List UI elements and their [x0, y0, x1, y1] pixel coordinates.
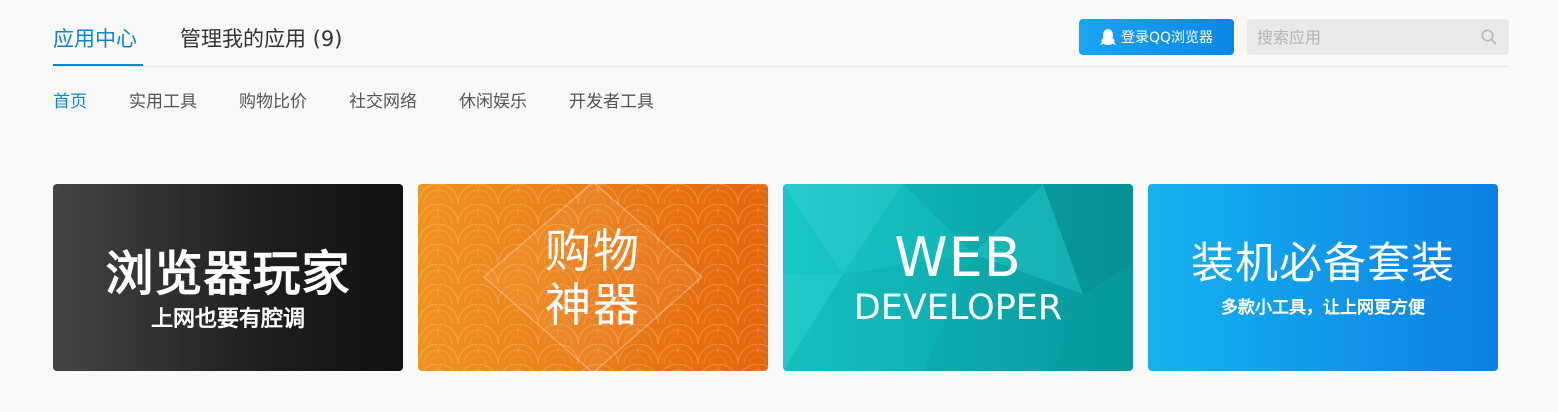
search-box	[1247, 19, 1509, 55]
search-icon[interactable]	[1481, 29, 1497, 45]
category-shopping-compare[interactable]: 购物比价	[239, 90, 307, 114]
tab-app-center[interactable]: 应用中心	[53, 26, 137, 52]
category-developer-tools[interactable]: 开发者工具	[569, 90, 654, 114]
category-utilities[interactable]: 实用工具	[129, 90, 197, 114]
banner-web-developer[interactable]: WEB DEVELOPER	[783, 184, 1133, 371]
banner-subtitle: 多款小工具，让上网更方便	[1221, 298, 1425, 318]
banner-title: 装机必备套装	[1191, 239, 1455, 289]
banner-essential-kit[interactable]: 装机必备套装 多款小工具，让上网更方便	[1148, 184, 1498, 371]
login-button-label: 登录QQ浏览器	[1120, 30, 1214, 46]
banner-title: 浏览器玩家	[105, 246, 351, 302]
banner-subtitle: DEVELOPER	[853, 288, 1063, 328]
login-qq-browser-button[interactable]: 登录QQ浏览器	[1079, 19, 1234, 55]
category-entertainment[interactable]: 休闲娱乐	[459, 90, 527, 114]
banner-title: WEB	[894, 226, 1022, 289]
banner-subtitle: 上网也要有腔调	[150, 306, 305, 332]
banner-shopping-tool[interactable]: 购物 神器	[418, 184, 768, 371]
category-social[interactable]: 社交网络	[349, 90, 417, 114]
tab-manage-my-apps[interactable]: 管理我的应用 (9)	[180, 26, 342, 52]
header: 应用中心 管理我的应用 (9) 登录QQ浏览器	[53, 0, 1509, 67]
active-tab-indicator	[53, 64, 143, 66]
category-home[interactable]: 首页	[53, 90, 87, 114]
banner-browser-player[interactable]: 浏览器玩家 上网也要有腔调	[53, 184, 403, 371]
banner-subtitle: 神器	[545, 278, 641, 332]
search-input[interactable]	[1247, 19, 1477, 55]
qq-penguin-icon	[1099, 29, 1116, 45]
banner-title: 购物	[545, 224, 641, 278]
category-nav: 首页 实用工具 购物比价 社交网络 休闲娱乐 开发者工具	[53, 90, 696, 114]
app-center-page: 应用中心 管理我的应用 (9) 登录QQ浏览器 首页 实用工具 购物比价 社交网…	[0, 0, 1558, 412]
